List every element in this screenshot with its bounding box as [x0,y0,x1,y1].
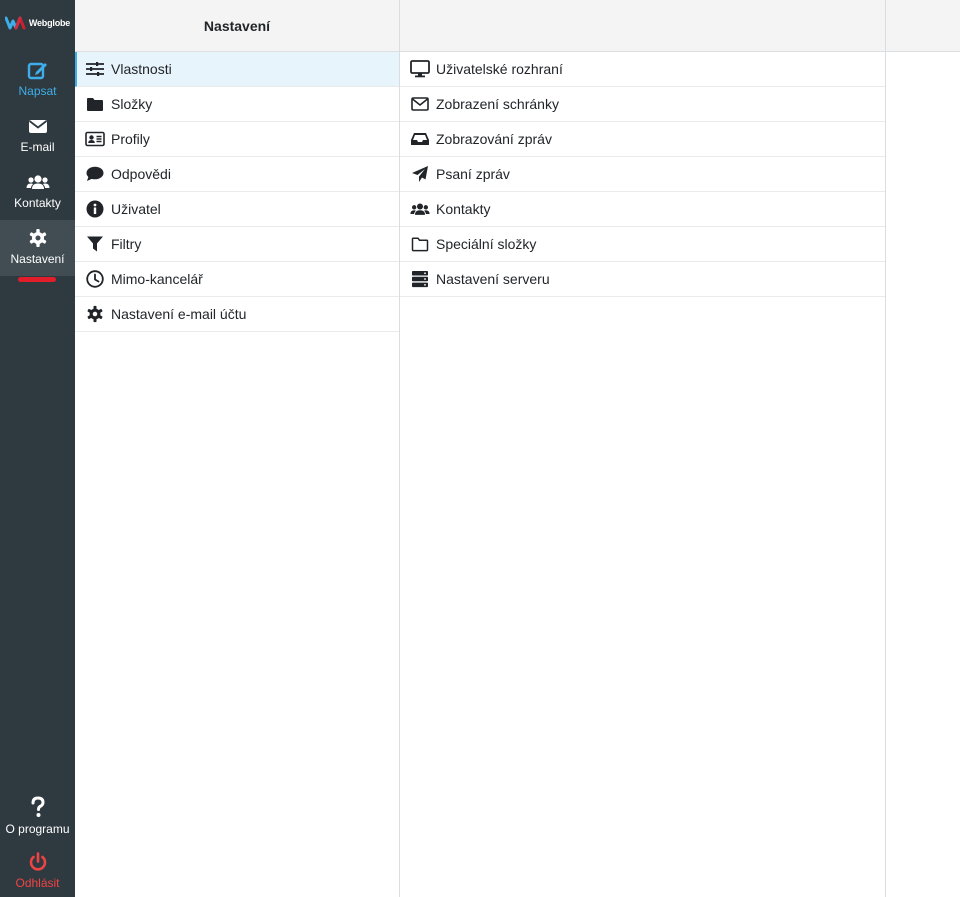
id-card-icon [85,129,105,149]
settings-item-label: Odpovědi [111,166,171,182]
settings-item-out-of-office[interactable]: Mimo-kancelář [75,262,399,297]
active-indicator [18,277,56,282]
clock-icon [85,269,105,289]
detail-header [886,0,960,52]
properties-item-label: Zobrazování zpráv [436,131,552,147]
properties-item-label: Psaní zpráv [436,166,510,182]
paper-plane-icon [410,164,430,184]
settings-column: Nastavení Vlastnosti Složky Profily Odpo… [75,0,400,897]
users-icon [26,175,49,189]
properties-header [400,0,885,52]
gear-icon [85,304,105,324]
properties-item-label: Kontakty [436,201,491,217]
properties-item-label: Zobrazení schránky [436,96,559,112]
users-icon [410,199,430,219]
logo-text: Webglobe [28,18,71,28]
rail-compose-button[interactable]: Napsat [0,54,75,106]
rail-contacts-button[interactable]: Kontakty [0,166,75,218]
gear-icon [29,229,46,247]
page-title: Nastavení [203,17,271,34]
rail-compose-label: Napsat [18,84,57,98]
settings-item-folders[interactable]: Složky [75,87,399,122]
envelope-icon [28,120,47,133]
properties-item-user-interface[interactable]: Uživatelské rozhraní [400,52,885,87]
power-icon [29,852,46,871]
rail-logout-button[interactable]: Odhlásit [0,846,75,897]
rail-about-button[interactable]: O programu [0,790,75,842]
settings-item-responses[interactable]: Odpovědi [75,157,399,192]
settings-item-user[interactable]: Uživatel [75,192,399,227]
nav-rail: Webglobe Napsat E-mail Kontakty Nastaven… [0,0,75,897]
detail-column [886,0,960,897]
compose-icon [27,62,47,80]
rail-about-label: O programu [5,822,70,836]
settings-item-properties[interactable]: Vlastnosti [75,52,399,87]
folder-icon [85,94,105,114]
settings-item-account[interactable]: Nastavení e-mail účtu [75,297,399,332]
rail-email-button[interactable]: E-mail [0,110,75,162]
properties-item-composing[interactable]: Psaní zpráv [400,157,885,192]
properties-item-label: Nastavení serveru [436,271,550,287]
properties-item-special-folders[interactable]: Speciální složky [400,227,885,262]
sliders-icon [85,59,105,79]
properties-item-mailbox-view[interactable]: Zobrazení schránky [400,87,885,122]
settings-header: Nastavení [75,0,399,52]
properties-item-contacts[interactable]: Kontakty [400,192,885,227]
rail-logout-label: Odhlásit [15,876,60,890]
app-window: Webglobe Napsat E-mail Kontakty Nastaven… [0,0,960,897]
rail-email-label: E-mail [20,140,55,154]
settings-item-profiles[interactable]: Profily [75,122,399,157]
logo[interactable]: Webglobe [0,0,75,46]
comment-icon [85,164,105,184]
properties-item-server-settings[interactable]: Nastavení serveru [400,262,885,297]
settings-item-filters[interactable]: Filtry [75,227,399,262]
filter-icon [85,234,105,254]
info-icon [85,199,105,219]
settings-item-label: Vlastnosti [111,61,172,77]
properties-column: Uživatelské rozhraní Zobrazení schránky … [400,0,886,897]
question-icon [31,796,45,817]
settings-item-label: Filtry [111,236,142,252]
rail-settings-label: Nastavení [10,252,65,266]
settings-item-label: Profily [111,131,150,147]
properties-item-label: Uživatelské rozhraní [436,61,563,77]
server-icon [410,269,430,289]
rail-contacts-label: Kontakty [14,196,61,210]
settings-item-label: Uživatel [111,201,161,217]
rail-settings-button[interactable]: Nastavení [0,220,75,276]
settings-item-label: Složky [111,96,153,112]
properties-item-label: Speciální složky [436,236,537,252]
properties-item-message-display[interactable]: Zobrazování zpráv [400,122,885,157]
monitor-icon [410,59,430,79]
envelope-icon [410,94,430,114]
settings-item-label: Mimo-kancelář [111,271,203,287]
folder-outline-icon [410,234,430,254]
webglobe-logo-icon [4,16,26,30]
inbox-icon [410,129,430,149]
settings-item-label: Nastavení e-mail účtu [111,306,247,322]
